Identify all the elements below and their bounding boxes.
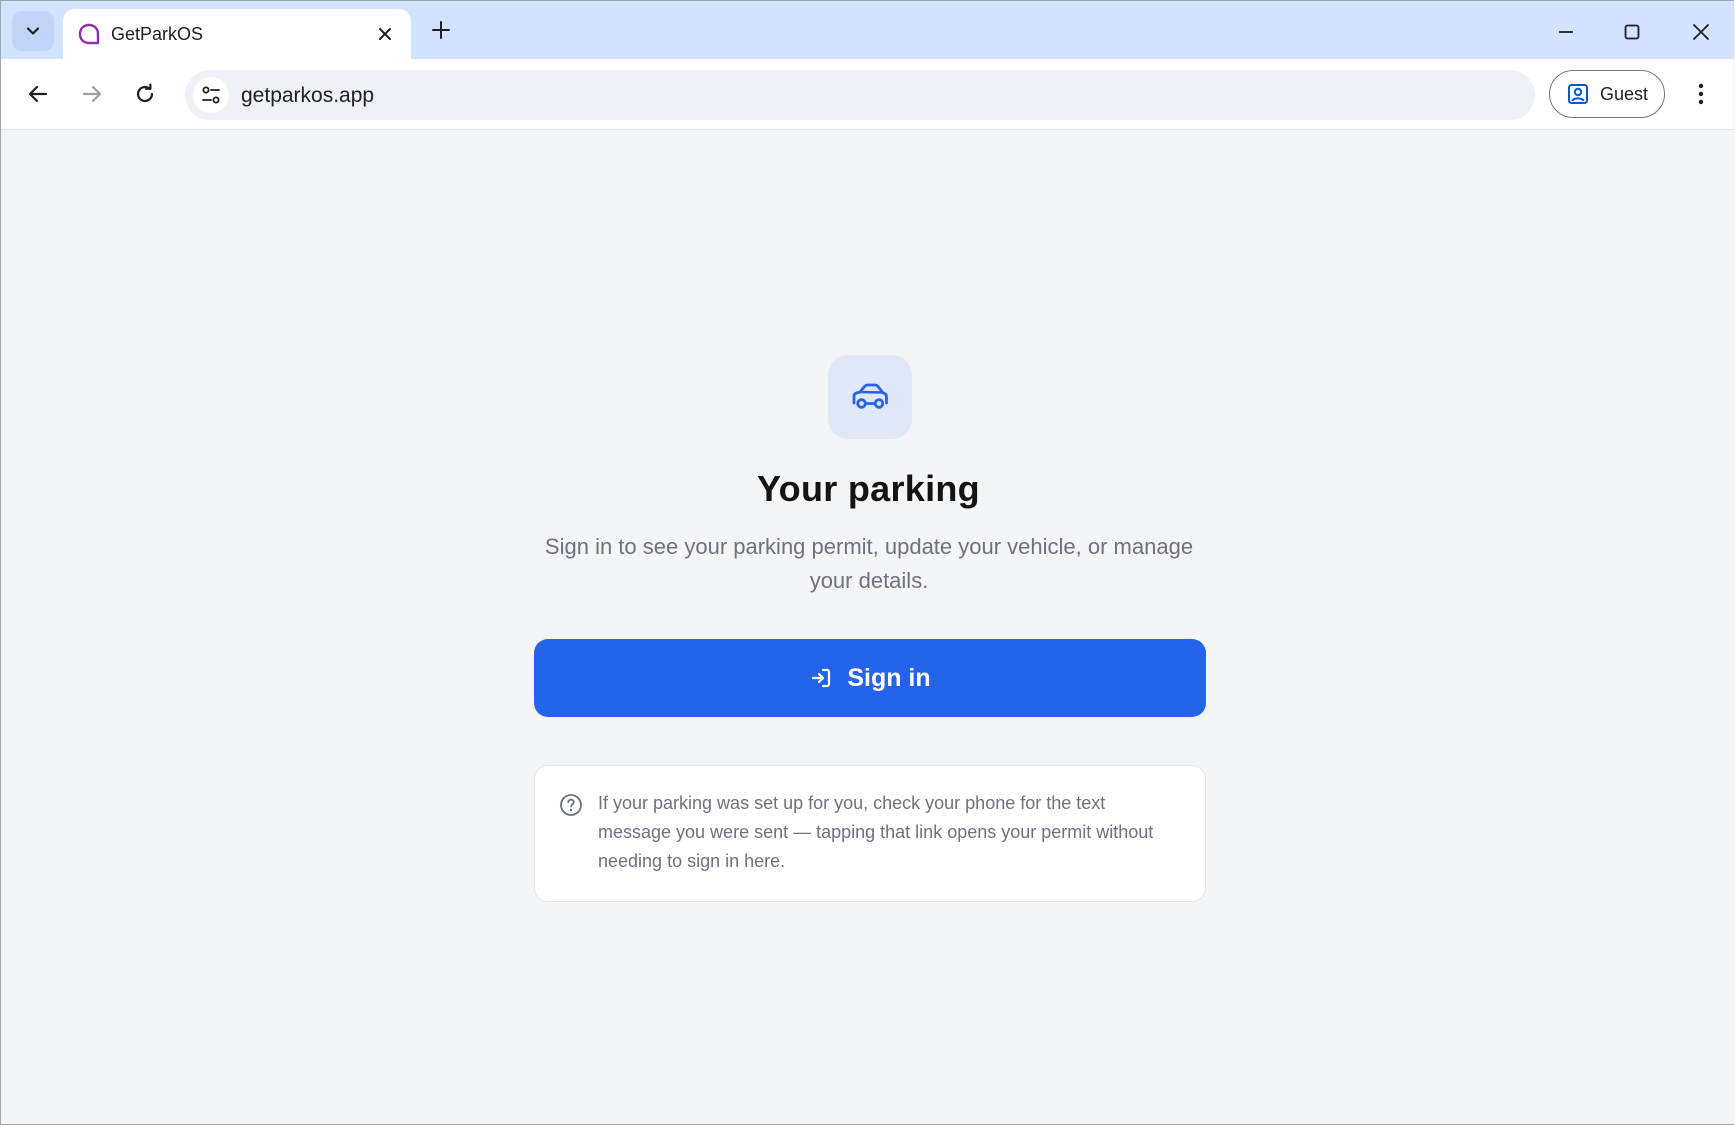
info-card-text: If your parking was set up for you, chec… (598, 793, 1154, 871)
account-box-icon (1567, 84, 1588, 104)
forward-button[interactable] (74, 76, 110, 112)
parkos-logo-icon (78, 23, 100, 45)
car-icon (852, 383, 888, 409)
tab-close-button[interactable] (373, 22, 397, 46)
url-text[interactable]: getparkos.app (241, 84, 374, 108)
close-window-button[interactable] (1684, 15, 1718, 49)
arrow-right-icon (82, 85, 102, 103)
tune-icon (202, 86, 220, 104)
tab-strip: GetParkOS (1, 1, 1734, 59)
close-icon (379, 28, 391, 40)
reload-icon (136, 83, 154, 103)
more-vert-icon (1698, 83, 1704, 105)
tab-title: GetParkOS (111, 24, 204, 44)
back-button[interactable] (20, 76, 56, 112)
maximize-icon (1624, 24, 1640, 40)
page-title: Your parking (757, 468, 980, 509)
maximize-button[interactable] (1615, 15, 1649, 49)
site-info-button[interactable] (193, 77, 229, 113)
plus-icon (432, 21, 450, 39)
browser-toolbar: getparkos.app Guest (1, 59, 1734, 130)
hero-icon-tile (828, 355, 912, 439)
sign-in-label: Sign in (847, 663, 931, 692)
profile-button[interactable]: Guest (1549, 70, 1665, 118)
minimize-button[interactable] (1549, 15, 1583, 49)
reload-button[interactable] (127, 76, 163, 112)
page-subtitle: Sign in to see your parking permit, upda… (544, 534, 1194, 593)
info-card: If your parking was set up for you, chec… (534, 765, 1206, 902)
browser-window: GetParkOS getparkos.app Guest Your parki… (0, 0, 1734, 1125)
minimize-icon (1559, 31, 1573, 33)
page-content: Your parking Sign in to see your parking… (1, 130, 1734, 1124)
profile-label: Guest (1599, 83, 1649, 104)
help-circle-icon (560, 794, 582, 816)
sign-in-button[interactable]: Sign in (534, 639, 1206, 717)
tab-getparkos[interactable]: GetParkOS (63, 9, 411, 59)
arrow-left-icon (28, 85, 48, 103)
chevron-down-icon (26, 27, 40, 35)
close-icon (1693, 24, 1709, 40)
new-tab-button[interactable] (426, 15, 456, 45)
tab-search-button[interactable] (12, 11, 54, 51)
browser-menu-button[interactable] (1683, 76, 1719, 112)
login-icon (812, 668, 831, 688)
address-bar[interactable]: getparkos.app (185, 70, 1535, 120)
